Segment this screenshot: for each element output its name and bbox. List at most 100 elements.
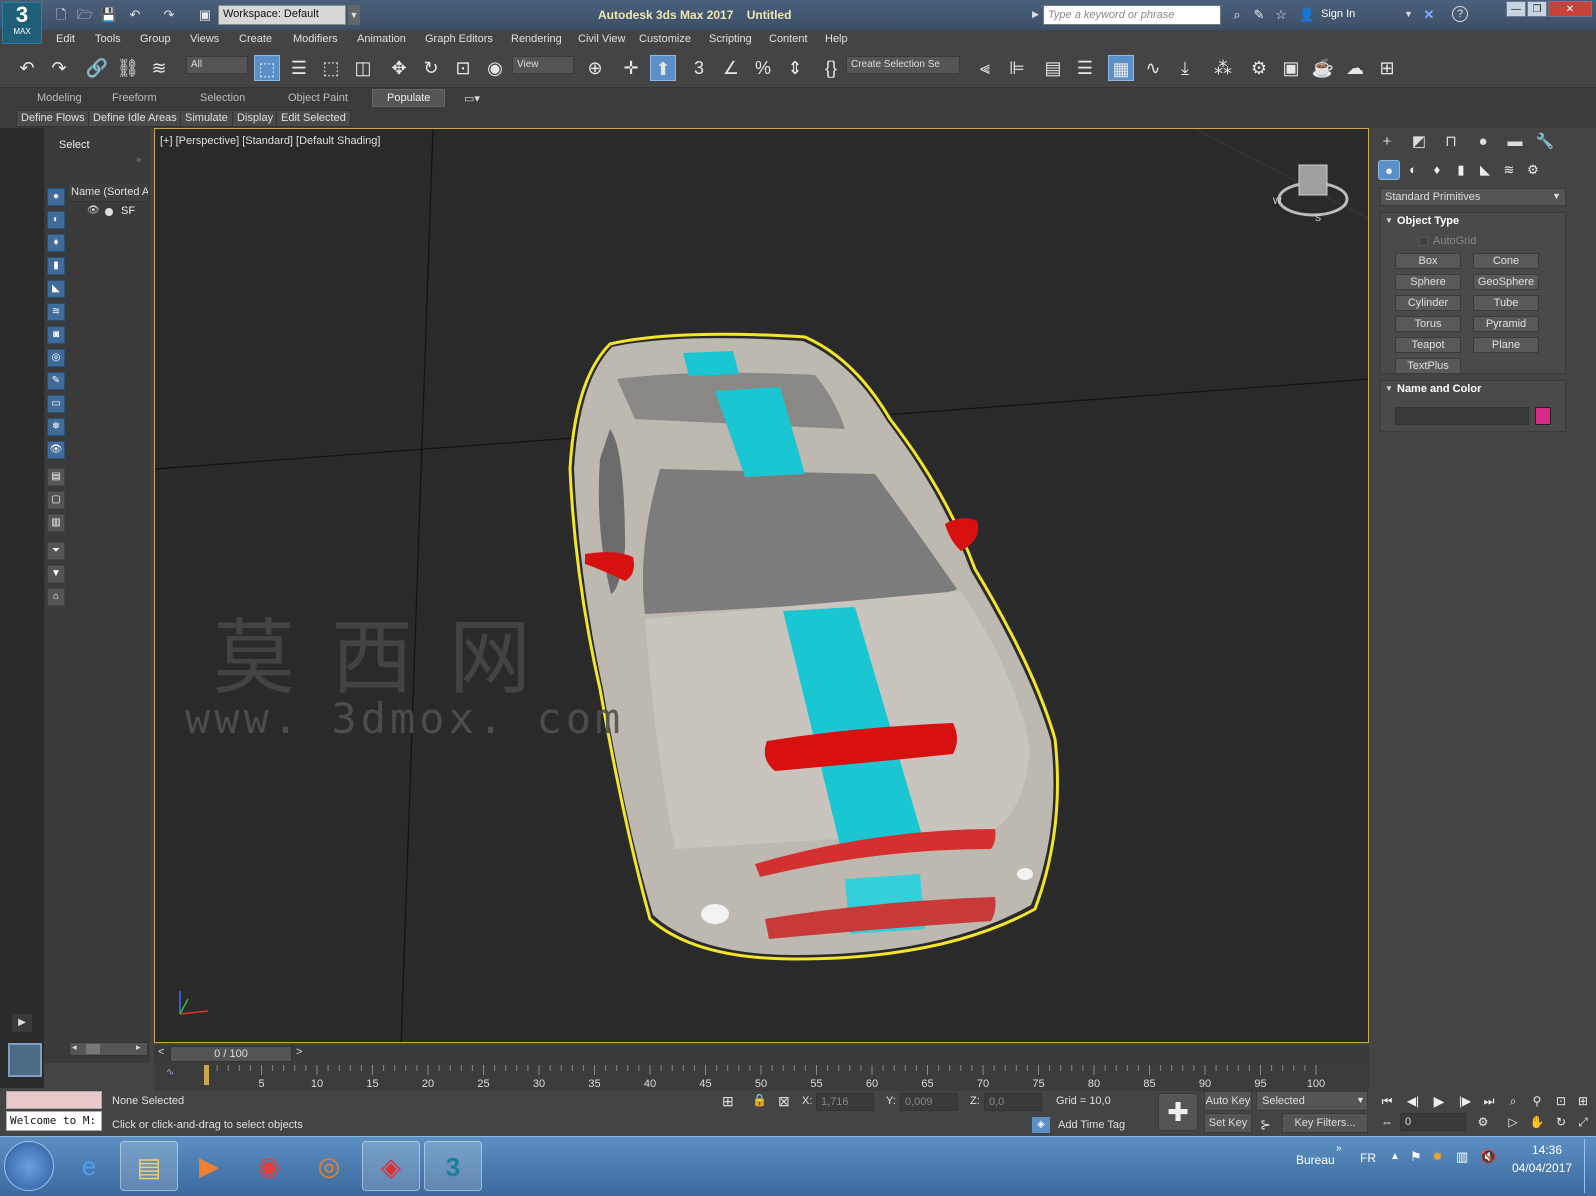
hierarchy-tab-icon[interactable]: ⊓ <box>1438 131 1464 153</box>
layers-icon[interactable]: ☰ <box>1072 55 1098 81</box>
move-icon[interactable]: ✥ <box>386 55 412 81</box>
current-frame-marker[interactable] <box>204 1065 209 1085</box>
shapes-icon[interactable]: ◐ <box>1402 160 1424 180</box>
box-button[interactable]: Box <box>1395 253 1461 269</box>
plane-button[interactable]: Plane <box>1473 337 1539 353</box>
orbit-icon[interactable]: ↻ <box>1552 1113 1570 1131</box>
add-time-tag[interactable]: Add Time Tag <box>1058 1119 1125 1131</box>
play-icon[interactable]: ▶ <box>1430 1092 1448 1110</box>
define-idle-areas-button[interactable]: Define Idle Areas <box>88 110 182 127</box>
display-xrefs-icon[interactable]: ◎ <box>47 349 65 367</box>
named-selection-dropdown[interactable]: Create Selection Se <box>846 56 960 74</box>
snaps-toggle-icon[interactable]: 3 <box>686 55 712 81</box>
filter-icon[interactable]: ⏷ <box>47 542 65 560</box>
3ds-max-taskbar-icon[interactable]: 3 <box>424 1141 482 1191</box>
restore-icon[interactable]: ❐ <box>1527 1 1547 17</box>
object-color-swatch[interactable] <box>1535 407 1551 425</box>
expand-chevron-icon[interactable]: » <box>136 154 141 164</box>
pivot-center-icon[interactable]: ⊕ <box>582 55 608 81</box>
render-production-icon[interactable]: ☕ <box>1310 55 1336 81</box>
horizontal-scrollbar[interactable]: ◂ ▸ <box>69 1042 148 1056</box>
cameras-icon[interactable]: ▮ <box>1450 160 1472 180</box>
file-explorer-icon[interactable]: ▤ <box>120 1141 178 1191</box>
save-icon[interactable]: 💾 <box>100 6 118 24</box>
display-none-icon[interactable]: ▢ <box>47 491 65 509</box>
display-lights-icon[interactable]: ♦ <box>47 234 65 252</box>
auto-key-button[interactable]: Auto Key <box>1204 1091 1252 1111</box>
menu-modifiers[interactable]: Modifiers <box>293 33 338 45</box>
tab-freeform[interactable]: Freeform <box>112 92 157 104</box>
a360-gallery-icon[interactable]: ⊞ <box>1374 55 1400 81</box>
x-coordinate-field[interactable]: 1,716 <box>816 1093 874 1111</box>
menu-animation[interactable]: Animation <box>357 33 406 45</box>
maximize-viewport-icon[interactable]: ⤢ <box>1574 1113 1592 1131</box>
start-button[interactable] <box>4 1141 54 1191</box>
layer-toggle-icon[interactable]: ⌂ <box>47 588 65 606</box>
track-bar[interactable]: ∿ 5 10 15 20 25 30 35 40 45 50 55 60 65 70 75 80 85 90 95 1… <box>154 1063 1369 1091</box>
menu-views[interactable]: Views <box>190 33 219 45</box>
tab-selection[interactable]: Selection <box>200 92 245 104</box>
show-hidden-icons-icon[interactable]: ▲ <box>1390 1151 1400 1162</box>
zoom-extents-icon[interactable]: ⊡ <box>1552 1092 1570 1110</box>
object-name-input[interactable] <box>1395 407 1529 425</box>
key-mode-toggle-icon[interactable]: ⇔ <box>1378 1113 1396 1131</box>
menu-graph-editors[interactable]: Graph Editors <box>425 33 493 45</box>
perspective-viewport[interactable]: W S [+] [Perspective] [Standard] [Defaul… <box>154 128 1369 1043</box>
show-desktop-button[interactable] <box>1584 1139 1594 1193</box>
rotate-icon[interactable]: ↻ <box>418 55 444 81</box>
favorites-star-icon[interactable]: ☆ <box>1272 6 1290 24</box>
expand-arrow-icon[interactable]: ▶ <box>12 1014 32 1032</box>
create-tab-icon[interactable]: + <box>1374 131 1400 153</box>
scale-icon[interactable]: ⊡ <box>450 55 476 81</box>
name-and-color-title[interactable]: Name and Color <box>1397 383 1481 395</box>
freeze-dot-icon[interactable] <box>105 208 113 216</box>
menu-help[interactable]: Help <box>825 33 848 45</box>
maxscript-mini-listener-top[interactable] <box>6 1091 102 1109</box>
volume-muted-icon[interactable]: 🔇 <box>1480 1149 1496 1165</box>
display-cameras-icon[interactable]: ▮ <box>47 257 65 275</box>
display-spacewarps-icon[interactable]: ≋ <box>47 303 65 321</box>
field-of-view-icon[interactable]: ▷ <box>1504 1113 1522 1131</box>
simulate-button[interactable]: Simulate <box>180 110 233 127</box>
time-slider-thumb[interactable]: 0 / 100 <box>170 1046 292 1062</box>
scroll-right-icon[interactable]: ▸ <box>136 1042 141 1053</box>
minimize-icon[interactable]: — <box>1506 1 1526 17</box>
time-slider[interactable]: < 0 / 100 > <box>154 1045 1369 1063</box>
search-input[interactable]: Type a keyword or phrase <box>1043 5 1221 25</box>
absolute-mode-icon[interactable]: ⊠ <box>778 1093 790 1110</box>
display-button[interactable]: Display <box>232 110 279 127</box>
prev-frame-icon[interactable]: < <box>158 1046 164 1058</box>
define-flows-button[interactable]: Define Flows <box>16 110 90 127</box>
goto-end-icon[interactable]: ⏭ <box>1480 1092 1498 1110</box>
geosphere-button[interactable]: GeoSphere <box>1473 274 1539 290</box>
render-cloud-icon[interactable]: ☁ <box>1342 55 1368 81</box>
clock-time[interactable]: 14:36 <box>1532 1143 1562 1157</box>
unlink-icon[interactable]: ⛓ <box>115 55 141 81</box>
display-helpers-icon[interactable]: ◣ <box>47 280 65 298</box>
systems-icon[interactable]: ⚙ <box>1522 160 1544 180</box>
isolate-selection-icon[interactable]: ⊞ <box>722 1093 734 1110</box>
undo-icon[interactable]: ↶ <box>126 6 144 24</box>
language-indicator[interactable]: FR <box>1360 1151 1376 1165</box>
menu-scripting[interactable]: Scripting <box>709 33 752 45</box>
selection-filter-dropdown[interactable]: All <box>186 56 248 74</box>
chrome-icon[interactable]: ◉ <box>240 1141 298 1191</box>
time-tag-icon[interactable]: ◈ <box>1032 1117 1050 1133</box>
object-type-title[interactable]: Object Type <box>1397 215 1459 227</box>
category-dropdown[interactable]: Standard Primitives <box>1380 188 1566 206</box>
display-all-icon[interactable]: ▤ <box>47 468 65 486</box>
tray-app-icon[interactable]: ✸ <box>1432 1149 1443 1165</box>
modify-tab-icon[interactable]: ◩ <box>1406 131 1432 153</box>
display-shapes-icon[interactable]: ◐ <box>47 211 65 229</box>
scroll-left-icon[interactable]: ◂ <box>72 1042 77 1053</box>
menu-tools[interactable]: Tools <box>95 33 121 45</box>
edit-selected-button[interactable]: Edit Selected <box>276 110 351 127</box>
media-player-icon[interactable]: ▶ <box>180 1141 238 1191</box>
mirror-icon[interactable]: ⫷ <box>972 55 998 81</box>
column-header-name[interactable]: Name (Sorted A <box>69 184 148 202</box>
display-bones-icon[interactable]: ✎ <box>47 372 65 390</box>
display-containers-icon[interactable]: ▭ <box>47 395 65 413</box>
key-filters-button[interactable]: Key Filters... <box>1282 1113 1368 1133</box>
helpers-icon[interactable]: ◣ <box>1474 160 1496 180</box>
display-invert-icon[interactable]: ▥ <box>47 514 65 532</box>
